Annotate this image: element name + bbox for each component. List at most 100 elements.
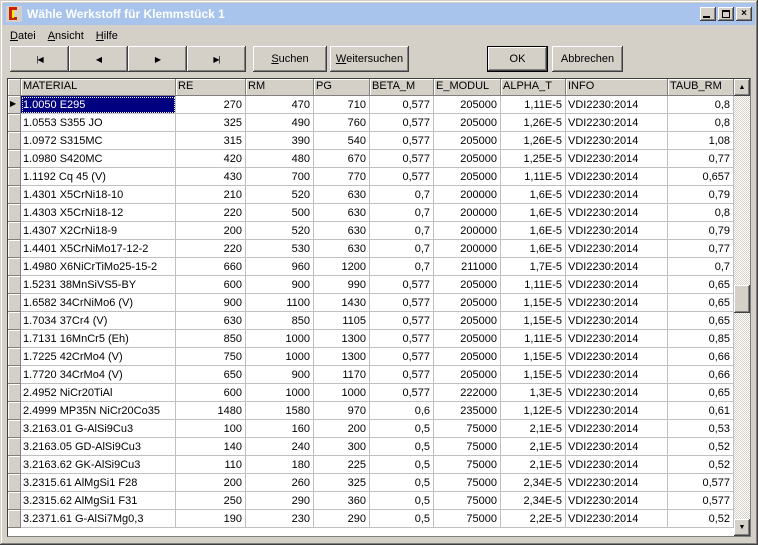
nav-next-button[interactable]: ▶	[128, 46, 187, 72]
cell-rm[interactable]: 530	[246, 240, 314, 258]
cell-info[interactable]: VDI2230:2014	[566, 474, 668, 492]
cell-rm[interactable]: 230	[246, 510, 314, 528]
cell-info[interactable]: VDI2230:2014	[566, 312, 668, 330]
cell-pg[interactable]: 360	[314, 492, 370, 510]
cell-rm[interactable]: 520	[246, 222, 314, 240]
cell-alpha_t[interactable]: 1,15E-5	[501, 348, 566, 366]
cell-material[interactable]: 1.4303 X5CrNi18-12	[21, 204, 176, 222]
cell-material[interactable]: 1.1192 Cq 45 (V)	[21, 168, 176, 186]
cell-re[interactable]: 750	[176, 348, 246, 366]
row-selector[interactable]	[8, 150, 21, 168]
cell-e_modul[interactable]: 200000	[434, 222, 501, 240]
cell-beta_m[interactable]: 0,5	[370, 420, 434, 438]
cell-re[interactable]: 660	[176, 258, 246, 276]
cell-material[interactable]: 1.4401 X5CrNiMo17-12-2	[21, 240, 176, 258]
scroll-up-button[interactable]: ▲	[734, 79, 750, 96]
cell-taub_rm[interactable]: 0,52	[668, 510, 734, 528]
cell-rm[interactable]: 470	[246, 96, 314, 114]
cell-re[interactable]: 250	[176, 492, 246, 510]
cell-pg[interactable]: 1170	[314, 366, 370, 384]
maximize-button[interactable]	[718, 7, 734, 21]
cell-alpha_t[interactable]: 1,6E-5	[501, 222, 566, 240]
cell-e_modul[interactable]: 75000	[434, 420, 501, 438]
scrollbar-thumb[interactable]	[734, 285, 750, 313]
cell-material[interactable]: 2.4999 MP35N NiCr20Co35	[21, 402, 176, 420]
cell-beta_m[interactable]: 0,577	[370, 294, 434, 312]
cell-material[interactable]: 1.4307 X2CrNi18-9	[21, 222, 176, 240]
cell-rm[interactable]: 260	[246, 474, 314, 492]
menu-ansicht[interactable]: Ansicht	[42, 28, 90, 44]
cell-info[interactable]: VDI2230:2014	[566, 402, 668, 420]
menu-hilfe[interactable]: Hilfe	[90, 28, 124, 44]
cell-pg[interactable]: 710	[314, 96, 370, 114]
cell-pg[interactable]: 670	[314, 150, 370, 168]
cell-re[interactable]: 650	[176, 366, 246, 384]
cell-beta_m[interactable]: 0,577	[370, 330, 434, 348]
cell-e_modul[interactable]: 205000	[434, 294, 501, 312]
cell-beta_m[interactable]: 0,5	[370, 510, 434, 528]
cell-re[interactable]: 900	[176, 294, 246, 312]
search-button[interactable]: Suchen	[253, 46, 327, 72]
cell-e_modul[interactable]: 205000	[434, 132, 501, 150]
cell-beta_m[interactable]: 0,577	[370, 96, 434, 114]
cell-beta_m[interactable]: 0,7	[370, 222, 434, 240]
cell-re[interactable]: 600	[176, 384, 246, 402]
cell-taub_rm[interactable]: 0,657	[668, 168, 734, 186]
cell-info[interactable]: VDI2230:2014	[566, 96, 668, 114]
cell-alpha_t[interactable]: 2,1E-5	[501, 438, 566, 456]
cell-e_modul[interactable]: 75000	[434, 492, 501, 510]
cell-material[interactable]: 1.7225 42CrMo4 (V)	[21, 348, 176, 366]
row-selector[interactable]	[8, 438, 21, 456]
cell-pg[interactable]: 225	[314, 456, 370, 474]
cell-beta_m[interactable]: 0,577	[370, 150, 434, 168]
cell-alpha_t[interactable]: 1,11E-5	[501, 276, 566, 294]
cell-taub_rm[interactable]: 0,79	[668, 186, 734, 204]
menu-datei[interactable]: Datei	[4, 28, 42, 44]
cell-pg[interactable]: 630	[314, 240, 370, 258]
row-selector[interactable]	[8, 258, 21, 276]
row-selector[interactable]	[8, 114, 21, 132]
cell-rm[interactable]: 160	[246, 420, 314, 438]
cell-re[interactable]: 220	[176, 204, 246, 222]
cell-beta_m[interactable]: 0,7	[370, 186, 434, 204]
cell-material[interactable]: 1.7131 16MnCr5 (Eh)	[21, 330, 176, 348]
cell-beta_m[interactable]: 0,5	[370, 456, 434, 474]
cell-pg[interactable]: 200	[314, 420, 370, 438]
cell-alpha_t[interactable]: 1,15E-5	[501, 312, 566, 330]
cell-pg[interactable]: 990	[314, 276, 370, 294]
cell-re[interactable]: 420	[176, 150, 246, 168]
cell-alpha_t[interactable]: 1,12E-5	[501, 402, 566, 420]
cell-alpha_t[interactable]: 1,25E-5	[501, 150, 566, 168]
cell-rm[interactable]: 900	[246, 276, 314, 294]
cell-re[interactable]: 200	[176, 474, 246, 492]
cell-pg[interactable]: 1300	[314, 348, 370, 366]
cell-beta_m[interactable]: 0,5	[370, 474, 434, 492]
cell-pg[interactable]: 1200	[314, 258, 370, 276]
cell-taub_rm[interactable]: 0,65	[668, 294, 734, 312]
cell-info[interactable]: VDI2230:2014	[566, 492, 668, 510]
cell-rm[interactable]: 1580	[246, 402, 314, 420]
cell-taub_rm[interactable]: 0,8	[668, 204, 734, 222]
cell-info[interactable]: VDI2230:2014	[566, 204, 668, 222]
cell-material[interactable]: 1.4301 X5CrNi18-10	[21, 186, 176, 204]
cancel-button[interactable]: Abbrechen	[552, 46, 623, 72]
cell-pg[interactable]: 325	[314, 474, 370, 492]
cell-re[interactable]: 1480	[176, 402, 246, 420]
cell-pg[interactable]: 540	[314, 132, 370, 150]
close-button[interactable]: ×	[736, 7, 752, 21]
cell-info[interactable]: VDI2230:2014	[566, 330, 668, 348]
cell-pg[interactable]: 970	[314, 402, 370, 420]
cell-material[interactable]: 3.2163.62 GK-AlSi9Cu3	[21, 456, 176, 474]
cell-e_modul[interactable]: 205000	[434, 276, 501, 294]
cell-e_modul[interactable]: 205000	[434, 348, 501, 366]
cell-info[interactable]: VDI2230:2014	[566, 168, 668, 186]
cell-re[interactable]: 200	[176, 222, 246, 240]
cell-material[interactable]: 1.0972 S315MC	[21, 132, 176, 150]
cell-pg[interactable]: 290	[314, 510, 370, 528]
cell-alpha_t[interactable]: 1,7E-5	[501, 258, 566, 276]
cell-rm[interactable]: 1000	[246, 330, 314, 348]
row-selector[interactable]	[8, 456, 21, 474]
cell-beta_m[interactable]: 0,577	[370, 384, 434, 402]
row-selector[interactable]	[8, 474, 21, 492]
cell-beta_m[interactable]: 0,7	[370, 258, 434, 276]
